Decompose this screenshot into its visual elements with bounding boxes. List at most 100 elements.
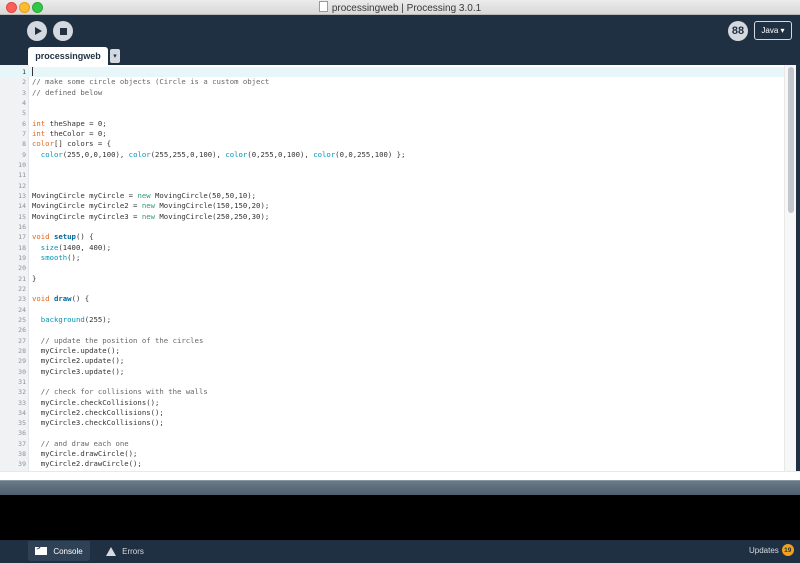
code-line[interactable]: 35 myCircle3.checkCollisions(); — [0, 418, 784, 428]
errors-tab[interactable]: Errors — [96, 541, 154, 561]
code-text: void setup() { — [32, 232, 94, 242]
code-token: (255); — [84, 314, 112, 324]
code-line[interactable]: 22 — [0, 284, 784, 294]
code-text: myCircle2.checkCollisions(); — [32, 408, 164, 418]
line-number: 15 — [18, 212, 26, 221]
code-token: myCircle.drawCircle(); — [32, 449, 138, 459]
updates-button[interactable]: Updates 19 — [749, 544, 794, 556]
code-line[interactable]: 39 myCircle2.drawCircle(); — [0, 459, 784, 469]
code-token: new — [141, 211, 156, 221]
code-line[interactable]: 18 size(1400, 400); — [0, 243, 784, 253]
code-line[interactable]: 3 // defined below — [0, 88, 784, 98]
code-line[interactable]: 15 MovingCircle myCircle3 = new MovingCir… — [0, 212, 784, 222]
line-number: 8 — [22, 140, 26, 149]
code-line[interactable]: 19 smooth(); — [0, 253, 784, 263]
code-line[interactable]: 23 void draw() { — [0, 294, 784, 304]
code-line[interactable]: 20 — [0, 263, 784, 273]
code-line[interactable]: 7 int theColor = 0; — [0, 129, 784, 139]
tab-menu-button[interactable]: ▾ — [110, 49, 120, 63]
run-button[interactable] — [27, 21, 47, 41]
code-text: MovingCircle myCircle = new MovingCircle… — [32, 191, 256, 201]
line-number: 29 — [18, 357, 26, 366]
console-output[interactable] — [0, 495, 800, 540]
line-number: 23 — [18, 295, 26, 304]
code-line[interactable]: 5 — [0, 108, 784, 118]
code-line[interactable]: 34 myCircle2.checkCollisions(); — [0, 408, 784, 418]
line-number: 1 — [22, 68, 26, 76]
code-line[interactable]: 12 — [0, 181, 784, 191]
line-number: 22 — [18, 284, 26, 293]
editor-console-divider[interactable] — [0, 480, 800, 496]
line-number: 7 — [22, 129, 26, 138]
code-token: MovingCircle myCircle3 = — [32, 211, 142, 221]
window-title: processingweb | Processing 3.0.1 — [331, 3, 482, 14]
code-line[interactable]: 2 // make some circle objects (Circle is … — [0, 77, 784, 87]
editor-vertical-scrollbar[interactable] — [784, 65, 796, 471]
code-token: (255,0,0,100), — [62, 149, 129, 159]
code-line[interactable]: 8 color[] colors = { — [0, 139, 784, 149]
code-line[interactable]: 27 // update the position of the circles — [0, 336, 784, 346]
line-number: 21 — [18, 274, 26, 283]
code-line[interactable]: 29 myCircle2.update(); — [0, 356, 784, 366]
line-number: 3 — [22, 88, 26, 97]
console-tab[interactable]: Console — [28, 541, 90, 561]
stop-button[interactable] — [53, 21, 73, 41]
code-line[interactable]: 21} — [0, 274, 784, 284]
tab-processingweb[interactable]: processingweb — [28, 47, 108, 65]
code-line[interactable]: 38 myCircle.drawCircle(); — [0, 449, 784, 459]
code-line[interactable]: 33 myCircle.checkCollisions(); — [0, 398, 784, 408]
code-token: MovingCircle(250,250,30); — [155, 211, 270, 221]
updates-label: Updates — [749, 545, 779, 555]
stop-icon — [59, 27, 67, 35]
code-line[interactable]: 13 MovingCircle myCircle = new MovingCirc… — [0, 191, 784, 201]
debugger-icon: 88 — [731, 25, 745, 37]
code-text: myCircle3.update(); — [32, 367, 124, 377]
scrollbar-thumb[interactable] — [788, 67, 794, 213]
line-number: 32 — [18, 388, 26, 397]
code-line[interactable]: 17 void setup() { — [0, 232, 784, 242]
mode-selector[interactable]: Java ▾ — [754, 21, 792, 40]
code-line[interactable]: 6 int theShape = 0; — [0, 119, 784, 129]
line-number: 17 — [18, 233, 26, 242]
line-number: 12 — [18, 181, 26, 190]
code-line[interactable]: 10 — [0, 160, 784, 170]
code-line[interactable]: 4 — [0, 98, 784, 108]
code-line[interactable]: 14 MovingCircle myCircle2 = new MovingCir… — [0, 201, 784, 211]
code-lines[interactable]: 1 2// make some circle objects (Circle is… — [0, 67, 784, 470]
code-editor[interactable]: 1 2// make some circle objects (Circle is… — [0, 65, 796, 471]
code-token: // defined below — [32, 87, 103, 97]
code-line[interactable]: 9 color(255,0,0,100), color(255,255,0,10… — [0, 150, 784, 160]
code-line[interactable]: 28 myCircle.update(); — [0, 346, 784, 356]
code-line[interactable]: 36 — [0, 428, 784, 438]
line-number: 11 — [18, 171, 26, 180]
code-token: () { — [75, 232, 94, 242]
line-number: 26 — [18, 326, 26, 335]
code-line[interactable]: 16 — [0, 222, 784, 232]
line-number: 33 — [18, 398, 26, 407]
updates-count-badge: 19 — [781, 544, 794, 556]
code-line[interactable]: 11 — [0, 170, 784, 180]
code-token: MovingCircle(150,150,20); — [155, 201, 270, 211]
code-line[interactable]: 24 — [0, 305, 784, 315]
code-line[interactable]: 1 — [0, 67, 784, 78]
code-token: theColor = 0; — [45, 128, 107, 138]
line-number: 39 — [18, 460, 26, 469]
code-line[interactable]: 37 // and draw each one — [0, 439, 784, 449]
code-token: size — [40, 242, 59, 252]
line-number: 6 — [22, 119, 26, 128]
code-line[interactable]: 26 — [0, 325, 784, 335]
line-number: 14 — [18, 202, 26, 211]
code-line[interactable]: 31 — [0, 377, 784, 387]
code-token: // make some circle objects (Circle is a… — [32, 77, 270, 87]
code-token: (0,0,255,100) }; — [335, 149, 406, 159]
code-line[interactable]: 30 myCircle3.update(); — [0, 367, 784, 377]
line-number: 16 — [18, 222, 26, 231]
debug-button[interactable]: 88 — [728, 21, 748, 41]
code-text: smooth(); — [32, 253, 81, 263]
code-line[interactable]: 32 // check for collisions with the wall… — [0, 387, 784, 397]
code-token: int — [32, 128, 46, 138]
code-text: color[] colors = { — [32, 139, 111, 149]
code-line[interactable]: 25 background(255); — [0, 315, 784, 325]
